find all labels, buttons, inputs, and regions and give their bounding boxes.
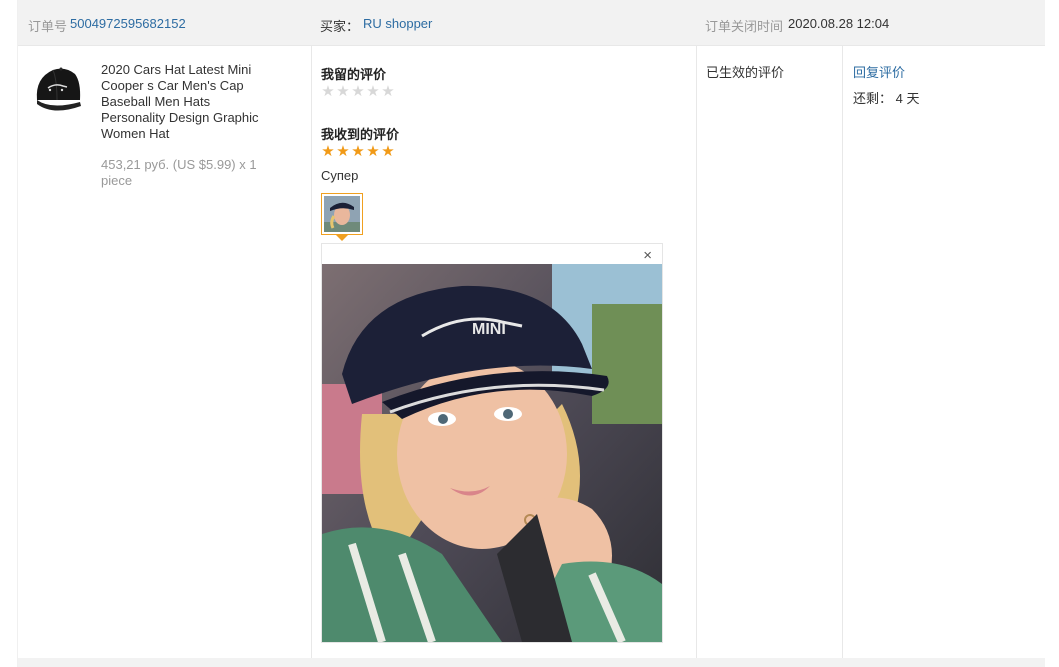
customer-photo-thumb-icon [324,196,360,232]
star-empty-icon: ★ [351,83,365,100]
order-closed-label: 订单关闭时间 [705,19,784,34]
next-order-header [18,658,1045,667]
star-full-icon: ★ [351,143,365,160]
received-review-label: 我收到的评价 [321,127,400,142]
order-number-link[interactable]: 5004972595682152 [70,16,186,31]
remaining-value: 4 天 [895,91,920,106]
remaining-label: 还剩： [853,91,893,106]
product-thumbnail[interactable] [31,60,85,120]
star-full-icon: ★ [381,143,395,160]
effective-review-label: 已生效的评价 [706,65,785,80]
star-empty-icon: ★ [336,83,350,100]
remaining-time: 还剩： 4 天 [853,88,919,107]
star-full-icon: ★ [321,143,335,160]
review-photo[interactable]: MINI [322,264,662,642]
svg-text:MINI: MINI [472,321,506,338]
review-photo-thumbnail[interactable] [321,193,363,235]
black-baseball-cap-icon [36,67,81,111]
photo-viewer: × MINI [321,243,663,643]
buyer-label: 买家： [320,19,360,34]
received-review-text: Супер [321,168,359,183]
order-row: 2020 Cars Hat Latest Mini Cooper s Car M… [18,46,1045,658]
thumbnail-pointer [336,235,348,241]
column-divider [311,46,312,658]
close-icon[interactable]: × [643,248,652,264]
order-header: 订单号 5004972595682152 买家： RU shopper 订单关闭… [18,0,1045,46]
page-left-margin [0,0,18,667]
received-review-stars: ★ ★ ★ ★ ★ [321,143,395,160]
product-title[interactable]: 2020 Cars Hat Latest Mini Cooper s Car M… [101,62,271,142]
my-review-label: 我留的评价 [321,67,387,82]
my-review-stars: ★ ★ ★ ★ ★ [321,83,395,100]
star-empty-icon: ★ [321,83,335,100]
column-divider [696,46,697,658]
reply-review-link[interactable]: 回复评价 [853,62,905,81]
product-price: 453,21 руб. (US $5.99) x 1 piece [101,157,257,188]
column-divider [842,46,843,658]
customer-photo-icon: MINI [322,264,662,642]
buyer-name-link[interactable]: RU shopper [363,16,432,31]
star-full-icon: ★ [366,143,380,160]
star-full-icon: ★ [336,143,350,160]
order-closed-time: 2020.08.28 12:04 [788,16,890,31]
star-empty-icon: ★ [381,83,395,100]
star-empty-icon: ★ [366,83,380,100]
order-number-label: 订单号 [28,19,68,34]
